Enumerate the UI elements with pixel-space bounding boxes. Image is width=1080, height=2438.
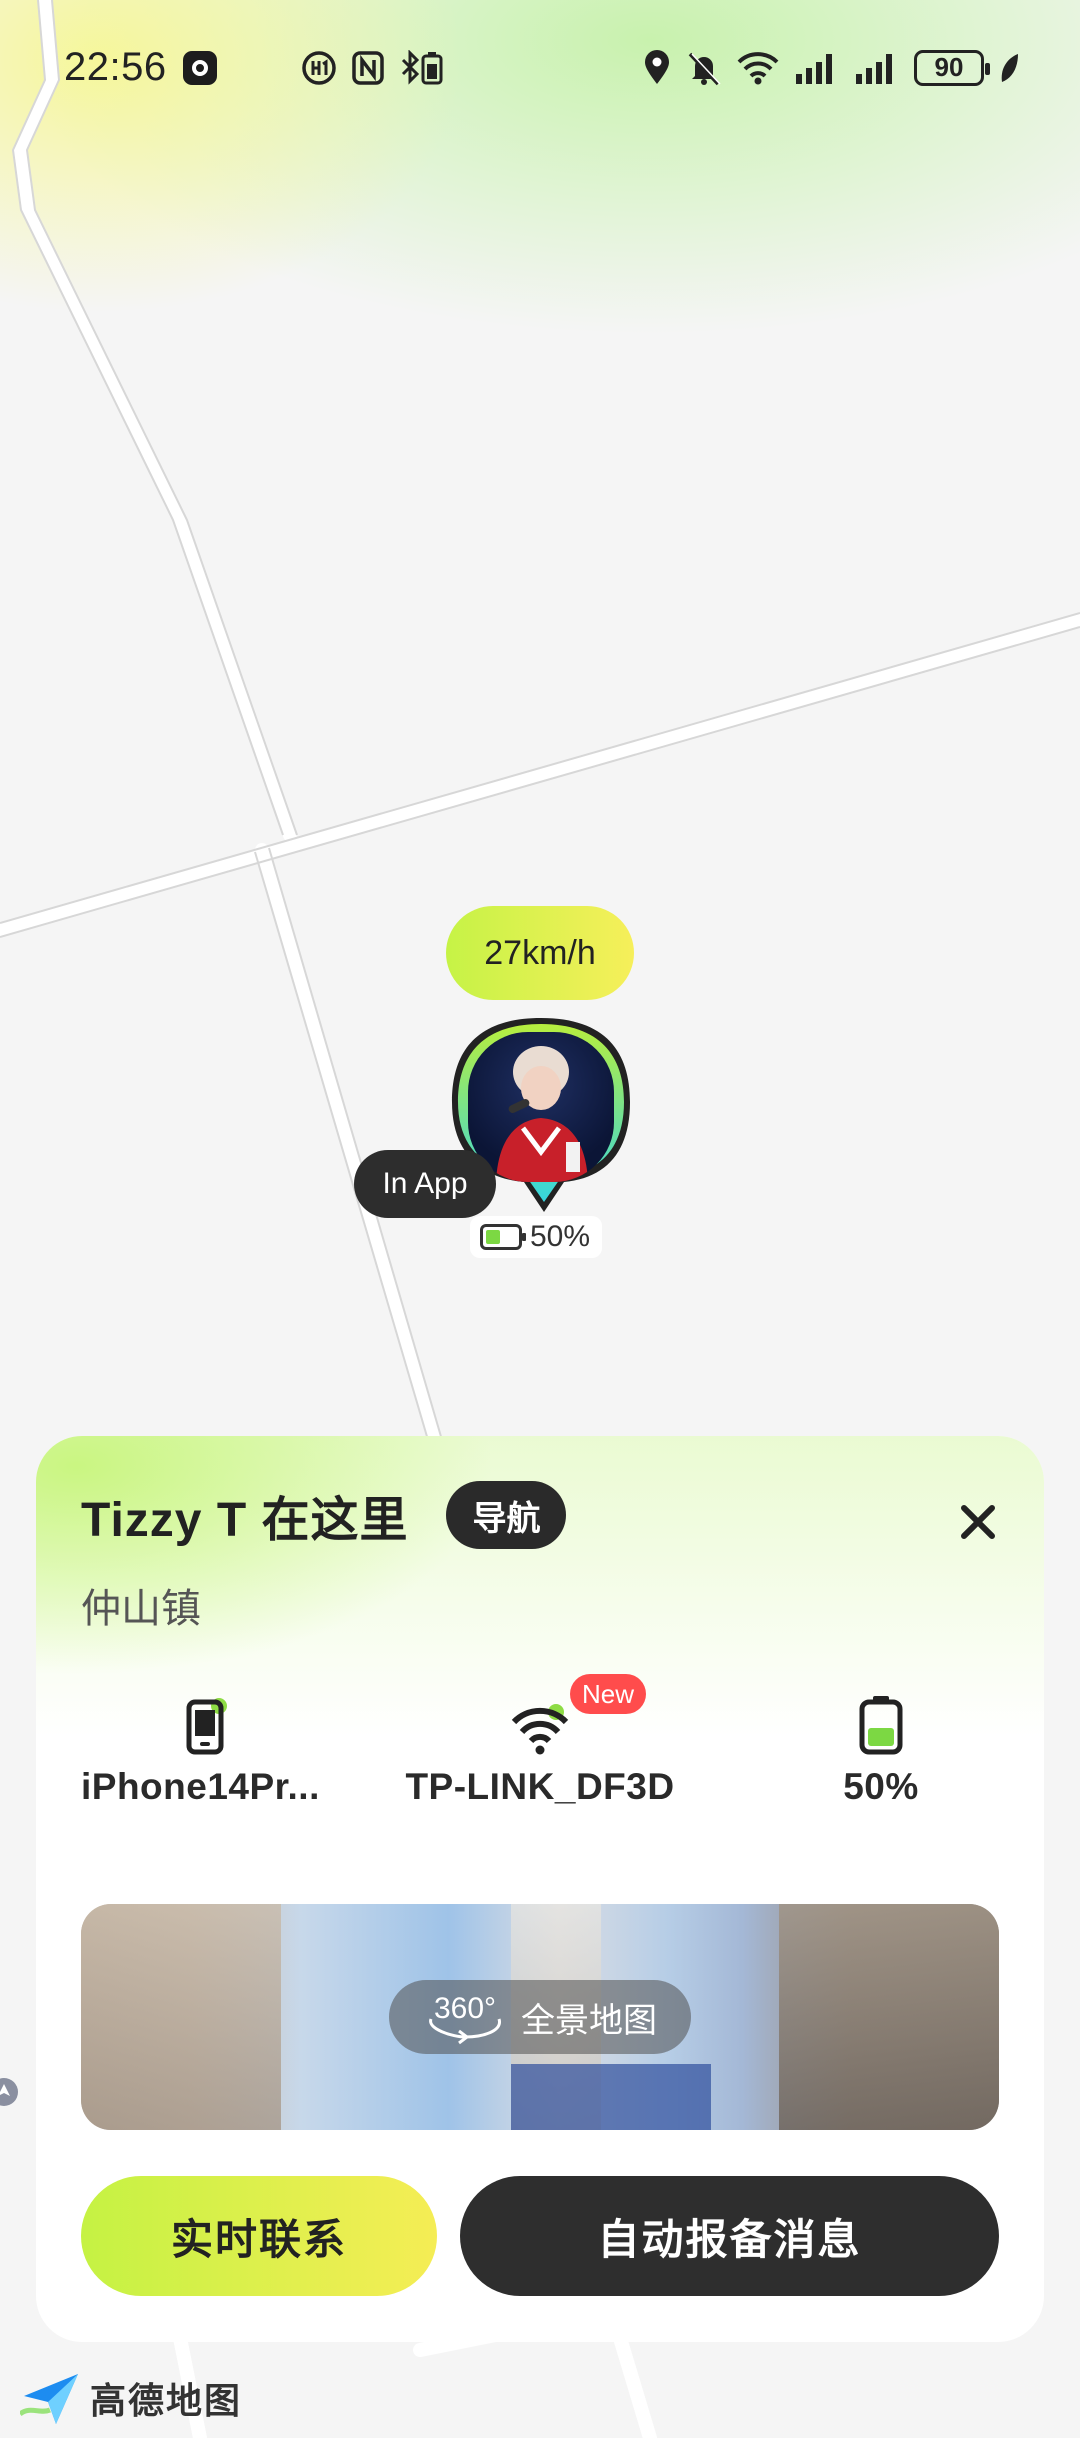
wifi-icon [511,1704,569,1755]
navigate-label: 导航 [472,1499,541,1538]
realtime-contact-label: 实时联系 [170,2215,347,2263]
location-icon [645,49,669,84]
map-edge-marker [0,2078,18,2106]
pin-battery-value: 50% [530,1220,591,1253]
hd-voice-icon [301,50,336,85]
status-bar: 22:56 90 [0,0,1080,135]
avatar-photo [468,1032,614,1182]
speed-badge: 27km/h [446,906,634,1000]
device-stats: iPhone14Pr... New TP-LINK_DF3D 50% [36,1674,1044,1836]
new-badge: New [570,1674,647,1714]
battery-icon [859,1696,903,1755]
panorama-360-icon: 360° [423,1989,507,2045]
bluetooth-battery-icon [401,49,443,85]
app-status-badge: In App [354,1150,496,1218]
stat-battery-label: 50% [843,1766,919,1807]
app-status-label: In App [382,1167,468,1200]
leaf-icon [1001,53,1018,82]
auto-report-label: 自动报备消息 [597,2215,862,2263]
amap-logo-icon [20,2374,78,2424]
mute-icon [688,52,721,85]
location-card: Tizzy T 在这里 导航 仲山镇 iPhone14Pr... New TP-… [36,1436,1044,2342]
pin-battery-indicator: 50% [470,1216,603,1258]
stat-device: iPhone14Pr... [81,1686,331,1808]
card-title: Tizzy T 在这里 [81,1494,409,1547]
speed-value: 27km/h [484,933,596,972]
stat-wifi: New TP-LINK_DF3D [400,1674,680,1808]
panorama-button[interactable]: 360° 全景地图 [389,1980,691,2054]
location-name: 仲山镇 [81,1587,201,1631]
battery-icon: 90 [914,49,990,86]
map-logo-text: 高德地图 [90,2380,243,2421]
nfc-icon [351,50,384,85]
stat-wifi-label: TP-LINK_DF3D [405,1766,675,1807]
close-icon[interactable] [954,1498,1002,1546]
stat-device-label: iPhone14Pr... [81,1766,320,1807]
wifi-icon [737,51,779,84]
signal-icon [796,53,832,84]
phone-icon [186,1698,227,1755]
auto-report-button[interactable]: 自动报备消息 [460,2176,999,2296]
stat-battery: 50% [826,1686,936,1808]
card-title-row: Tizzy T 在这里 导航 [81,1480,567,1550]
realtime-contact-button[interactable]: 实时联系 [81,2176,437,2296]
panorama-label: 全景地图 [521,2001,657,2040]
battery-icon [480,1224,526,1250]
signal-icon [856,53,892,84]
navigate-button[interactable]: 导航 [446,1481,567,1549]
panorama-badge: 360° [433,1992,497,2025]
panorama-preview[interactable]: 360° 全景地图 [81,1904,999,2130]
app-notification-icon [182,50,217,85]
map-provider-logo: 高德地图 [20,2370,242,2426]
status-time: 22:56 [64,45,167,89]
